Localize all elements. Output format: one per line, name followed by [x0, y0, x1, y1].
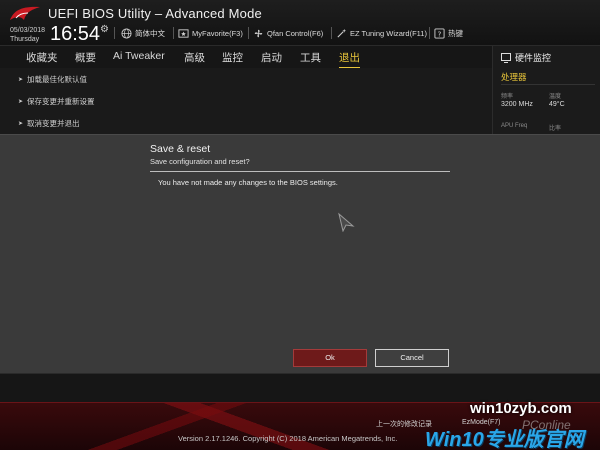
dialog-message: You have not made any changes to the BIO… [158, 178, 338, 187]
menu-item-save-and-reset[interactable]: ➤ 保存变更并重新设置 [18, 96, 95, 107]
language-label: 简体中文 [135, 28, 165, 38]
watermark-site: win10zyb.com [470, 400, 572, 417]
dialog-subtitle: Save configuration and reset? [150, 157, 250, 166]
tab-ai-tweaker[interactable]: Ai Tweaker [113, 50, 165, 62]
svg-text:?: ? [438, 29, 442, 38]
fan-icon [254, 29, 263, 37]
tab-boot[interactable]: 启动 [261, 50, 282, 65]
hardware-monitor-panel: 硬件监控 处理器 频率 温度 3200 MHz 49°C APU Freq 比率 [492, 46, 600, 134]
exit-menu: ➤ 加载最佳化默认值 ➤ 保存变更并重新设置 ➤ 取消变更并退出 [0, 68, 492, 134]
top-bar: UEFI BIOS Utility – Advanced Mode 05/03/… [0, 0, 600, 46]
chevron-right-icon: ➤ [18, 99, 24, 105]
clock-time: 16:54 [50, 23, 101, 45]
hardware-monitor-title: 硬件监控 [501, 51, 551, 64]
favorite-icon [178, 28, 189, 38]
tab-monitor[interactable]: 监控 [222, 50, 243, 65]
version-text: Version 2.17.1246. Copyright (C) 2018 Am… [178, 434, 398, 443]
dialog-title: Save & reset [150, 143, 211, 155]
cpu-section-title: 处理器 [501, 72, 527, 82]
globe-icon [121, 27, 132, 39]
hotkeys-label: 热键 [448, 28, 463, 38]
ratio-label: 比率 [549, 126, 562, 132]
temperature-value: 49°C [549, 101, 565, 108]
divider [114, 27, 115, 39]
myfavorite-button[interactable]: MyFavorite(F3) [178, 27, 243, 39]
temperature-label: 温度 [549, 94, 562, 100]
divider [429, 27, 430, 39]
tab-exit[interactable]: 退出 [339, 50, 360, 68]
tab-tools[interactable]: 工具 [300, 50, 321, 65]
chevron-right-icon: ➤ [18, 121, 24, 127]
watermark-win10: Win10专业版官网 [425, 429, 584, 450]
monitor-icon [501, 52, 511, 63]
apu-freq-label: APU Freq [501, 123, 528, 129]
last-modified-button[interactable]: 上一次的修改记录 [376, 419, 432, 429]
divider [150, 171, 450, 172]
divider [173, 27, 174, 39]
cancel-button[interactable]: Cancel [375, 349, 449, 367]
tab-favorites[interactable]: 收藏夹 [26, 50, 58, 65]
qfan-control-label: Qfan Control(F6) [267, 28, 324, 38]
status-strip [0, 374, 600, 402]
menu-item-discard-and-exit[interactable]: ➤ 取消变更并退出 [18, 118, 80, 129]
frequency-label: 频率 [501, 94, 514, 100]
myfavorite-label: MyFavorite(F3) [192, 28, 243, 38]
hardware-monitor-label: 硬件监控 [515, 53, 552, 63]
hotkeys-button[interactable]: ? 热键 [434, 27, 463, 39]
divider [501, 84, 595, 85]
ez-tuning-wizard-label: EZ Tuning Wizard(F11) [350, 28, 427, 38]
help-icon: ? [434, 27, 445, 39]
current-date: 05/03/2018 [10, 27, 46, 34]
clock-settings-gear-icon[interactable]: ⚙ [100, 24, 109, 35]
tab-advanced[interactable]: 高级 [184, 50, 205, 65]
divider [248, 27, 249, 39]
app-title: UEFI BIOS Utility – Advanced Mode [48, 6, 262, 21]
frequency-value: 3200 MHz [501, 101, 533, 108]
mouse-cursor-icon [338, 212, 355, 232]
menu-item-label: 取消变更并退出 [27, 119, 80, 128]
chevron-right-icon: ➤ [18, 77, 24, 83]
language-button[interactable]: 简体中文 [121, 27, 165, 39]
divider [331, 27, 332, 39]
save-reset-dialog: Save & reset Save configuration and rese… [0, 134, 600, 374]
ez-tuning-wizard-button[interactable]: EZ Tuning Wizard(F11) [336, 27, 427, 39]
qfan-control-button[interactable]: Qfan Control(F6) [253, 27, 323, 39]
menu-item-load-defaults[interactable]: ➤ 加载最佳化默认值 [18, 74, 87, 85]
menu-item-label: 加载最佳化默认值 [27, 75, 88, 84]
ok-button[interactable]: Ok [293, 349, 367, 367]
main-nav: 收藏夹 概要 Ai Tweaker 高级 监控 启动 工具 退出 [0, 46, 492, 68]
menu-item-label: 保存变更并重新设置 [27, 97, 95, 106]
rog-logo-icon [10, 6, 40, 20]
current-day: Thursday [10, 36, 40, 43]
tab-overview[interactable]: 概要 [75, 50, 96, 65]
wand-icon [337, 28, 347, 38]
